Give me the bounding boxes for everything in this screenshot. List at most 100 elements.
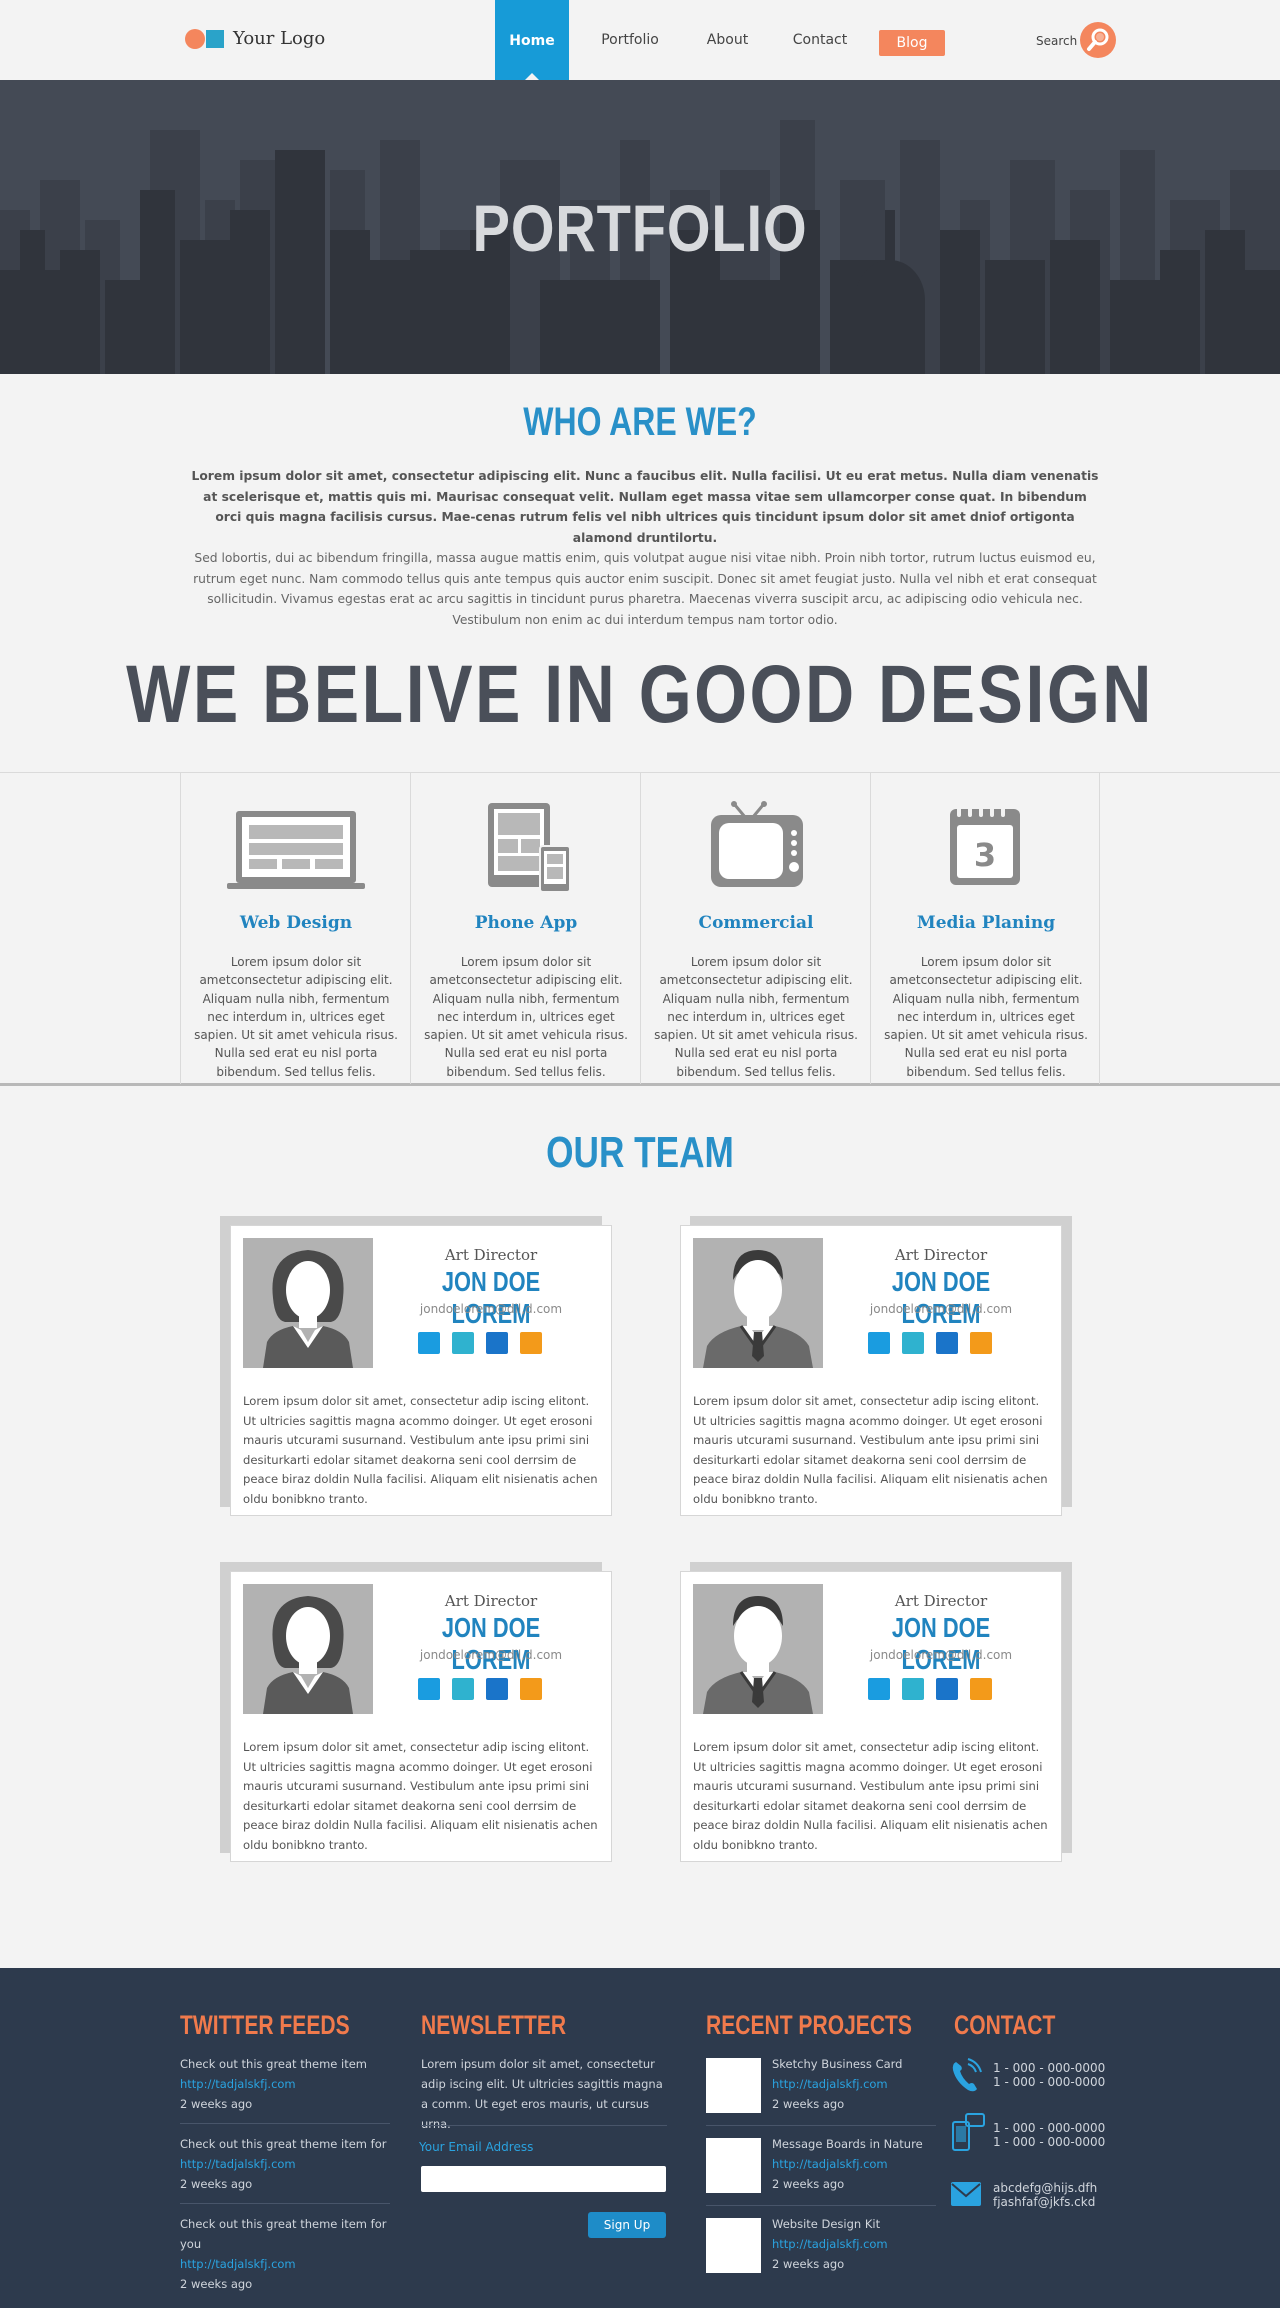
calendar-day: 3 — [974, 836, 996, 874]
member-bio: Lorem ipsum dolor sit amet, consectetur … — [243, 1394, 598, 1506]
tweet-text: Check out this great theme item for you — [180, 2217, 387, 2251]
female-avatar-icon — [263, 1250, 353, 1368]
facebook-icon[interactable] — [868, 1678, 890, 1700]
member-photo — [243, 1238, 373, 1368]
mobile-icon — [952, 2113, 985, 2151]
nav-contact[interactable]: Contact — [785, 0, 855, 80]
twitter-heading: TWITTER FEEDS — [180, 2010, 350, 2040]
site-footer: TWITTER FEEDS Check out this great theme… — [0, 1968, 1280, 2308]
tweet-text: Check out this great theme item for — [180, 2137, 387, 2151]
male-avatar-icon — [703, 1250, 813, 1368]
about-heading: WHO ARE WE? — [523, 400, 757, 444]
search-label: Search — [1036, 34, 1078, 48]
service-title: Web Design — [239, 913, 353, 933]
rss-icon[interactable] — [520, 1332, 542, 1354]
member-photo — [243, 1584, 373, 1714]
project-time: 2 weeks ago — [772, 2177, 845, 2191]
service-text: Lorem ipsum dolor sit ametconsectetur ad… — [654, 955, 858, 1079]
member-role: Art Director — [444, 1246, 538, 1264]
twitter-icon[interactable] — [452, 1678, 474, 1700]
logo-square-icon — [206, 29, 224, 48]
project-link[interactable]: http://tadjalskfj.com — [772, 2154, 932, 2174]
service-title: Media Planing — [916, 913, 1056, 933]
sign-up-button[interactable]: Sign Up — [588, 2212, 666, 2238]
tweet-time: 2 weeks ago — [180, 2097, 253, 2111]
project-thumbnail[interactable] — [706, 2138, 761, 2193]
tweet-link[interactable]: http://tadjalskfj.com — [180, 2254, 390, 2274]
project-item: Website Design Kit http://tadjalskfj.com… — [772, 2214, 932, 2274]
tweet-link[interactable]: http://tadjalskfj.com — [180, 2074, 390, 2094]
linkedin-icon[interactable] — [936, 1678, 958, 1700]
project-thumbnail[interactable] — [706, 2058, 761, 2113]
member-email[interactable]: jondoelorem@dil,d.com — [836, 1648, 1046, 1662]
nav-home[interactable]: Home — [495, 0, 569, 80]
project-thumbnail[interactable] — [706, 2218, 761, 2273]
team-member-card: Art Director JON DOE LOREM jondoelorem@dil… — [680, 1225, 1062, 1516]
member-photo — [693, 1238, 823, 1368]
rss-icon[interactable] — [970, 1332, 992, 1354]
member-email[interactable]: jondoelorem@dil,d.com — [836, 1302, 1046, 1316]
male-avatar-icon — [703, 1596, 813, 1714]
member-role: Art Director — [894, 1592, 988, 1610]
project-name[interactable]: Message Boards in Nature — [772, 2134, 932, 2154]
member-name: JON DOE LOREM — [891, 1612, 991, 1675]
service-text: Lorem ipsum dolor sit ametconsectetur ad… — [424, 955, 628, 1079]
tweet-time: 2 weeks ago — [180, 2177, 253, 2191]
project-time: 2 weeks ago — [772, 2097, 845, 2111]
facebook-icon[interactable] — [868, 1332, 890, 1354]
tweet-item: Check out this great theme item for http… — [180, 2134, 390, 2194]
linkedin-icon[interactable] — [486, 1678, 508, 1700]
facebook-icon[interactable] — [418, 1678, 440, 1700]
project-link[interactable]: http://tadjalskfj.com — [772, 2234, 932, 2254]
services-section: Web Design Lorem ipsum dolor sit ametcon… — [0, 772, 1280, 1086]
nav-about[interactable]: About — [695, 0, 760, 80]
phone-number: 1 - 000 - 000-0000 — [993, 2075, 1106, 2089]
facebook-icon[interactable] — [418, 1332, 440, 1354]
project-time: 2 weeks ago — [772, 2257, 845, 2271]
tweet-text: Check out this great theme item — [180, 2057, 368, 2071]
member-email[interactable]: jondoelorem@dil,d.com — [386, 1648, 596, 1662]
twitter-icon[interactable] — [452, 1332, 474, 1354]
search-button[interactable] — [1080, 22, 1116, 58]
divider — [180, 2203, 390, 2204]
tweet-item: Check out this great theme item http://t… — [180, 2054, 390, 2114]
project-name[interactable]: Website Design Kit — [772, 2214, 932, 2234]
email-address[interactable]: abcdefg@hijs.dfh — [993, 2181, 1097, 2195]
member-name: JON DOE LOREM — [441, 1266, 541, 1329]
email-address[interactable]: fjashfaf@jkfs.ckd — [993, 2195, 1095, 2209]
contact-heading: CONTACT — [954, 2010, 1056, 2040]
linkedin-icon[interactable] — [486, 1332, 508, 1354]
site-header: Your Logo Home Portfolio About Contact B… — [0, 0, 1280, 80]
twitter-icon[interactable] — [902, 1678, 924, 1700]
service-title: Phone App — [474, 913, 578, 933]
divider — [706, 2205, 936, 2206]
project-item: Sketchy Business Card http://tadjalskfj.… — [772, 2054, 932, 2114]
team-member-card: Art Director JON DOE LOREM jondoelorem@dil… — [230, 1571, 612, 1862]
logo[interactable]: Your Logo — [185, 28, 325, 49]
team-heading: OUR TEAM — [546, 1128, 734, 1177]
about-lead-text: Lorem ipsum dolor sit amet, consectetur … — [191, 469, 1099, 545]
tweet-link[interactable]: http://tadjalskfj.com — [180, 2154, 390, 2174]
project-name[interactable]: Sketchy Business Card — [772, 2054, 932, 2074]
calendar-icon: 3 — [950, 804, 1020, 885]
project-item: Message Boards in Nature http://tadjalsk… — [772, 2134, 932, 2194]
service-title: Commercial — [698, 913, 814, 933]
rss-icon[interactable] — [520, 1678, 542, 1700]
linkedin-icon[interactable] — [936, 1332, 958, 1354]
email-label: Your Email Address — [419, 2140, 534, 2154]
member-email[interactable]: jondoelorem@dil,d.com — [386, 1302, 596, 1316]
tablet-phone-icon — [488, 803, 571, 891]
project-link[interactable]: http://tadjalskfj.com — [772, 2074, 932, 2094]
rss-icon[interactable] — [970, 1678, 992, 1700]
member-role: Art Director — [894, 1246, 988, 1264]
member-bio: Lorem ipsum dolor sit amet, consectetur … — [693, 1740, 1048, 1852]
tweet-time: 2 weeks ago — [180, 2277, 253, 2291]
about-body-text: Sed lobortis, dui ac bibendum fringilla,… — [193, 551, 1097, 627]
nav-portfolio[interactable]: Portfolio — [590, 0, 670, 80]
nav-blog[interactable]: Blog — [879, 30, 945, 56]
twitter-icon[interactable] — [902, 1332, 924, 1354]
female-avatar-icon — [263, 1596, 353, 1714]
email-input[interactable] — [421, 2166, 666, 2192]
team-member-card: Art Director JON DOE LOREM jondoelorem@dil… — [230, 1225, 612, 1516]
divider — [421, 2125, 667, 2126]
